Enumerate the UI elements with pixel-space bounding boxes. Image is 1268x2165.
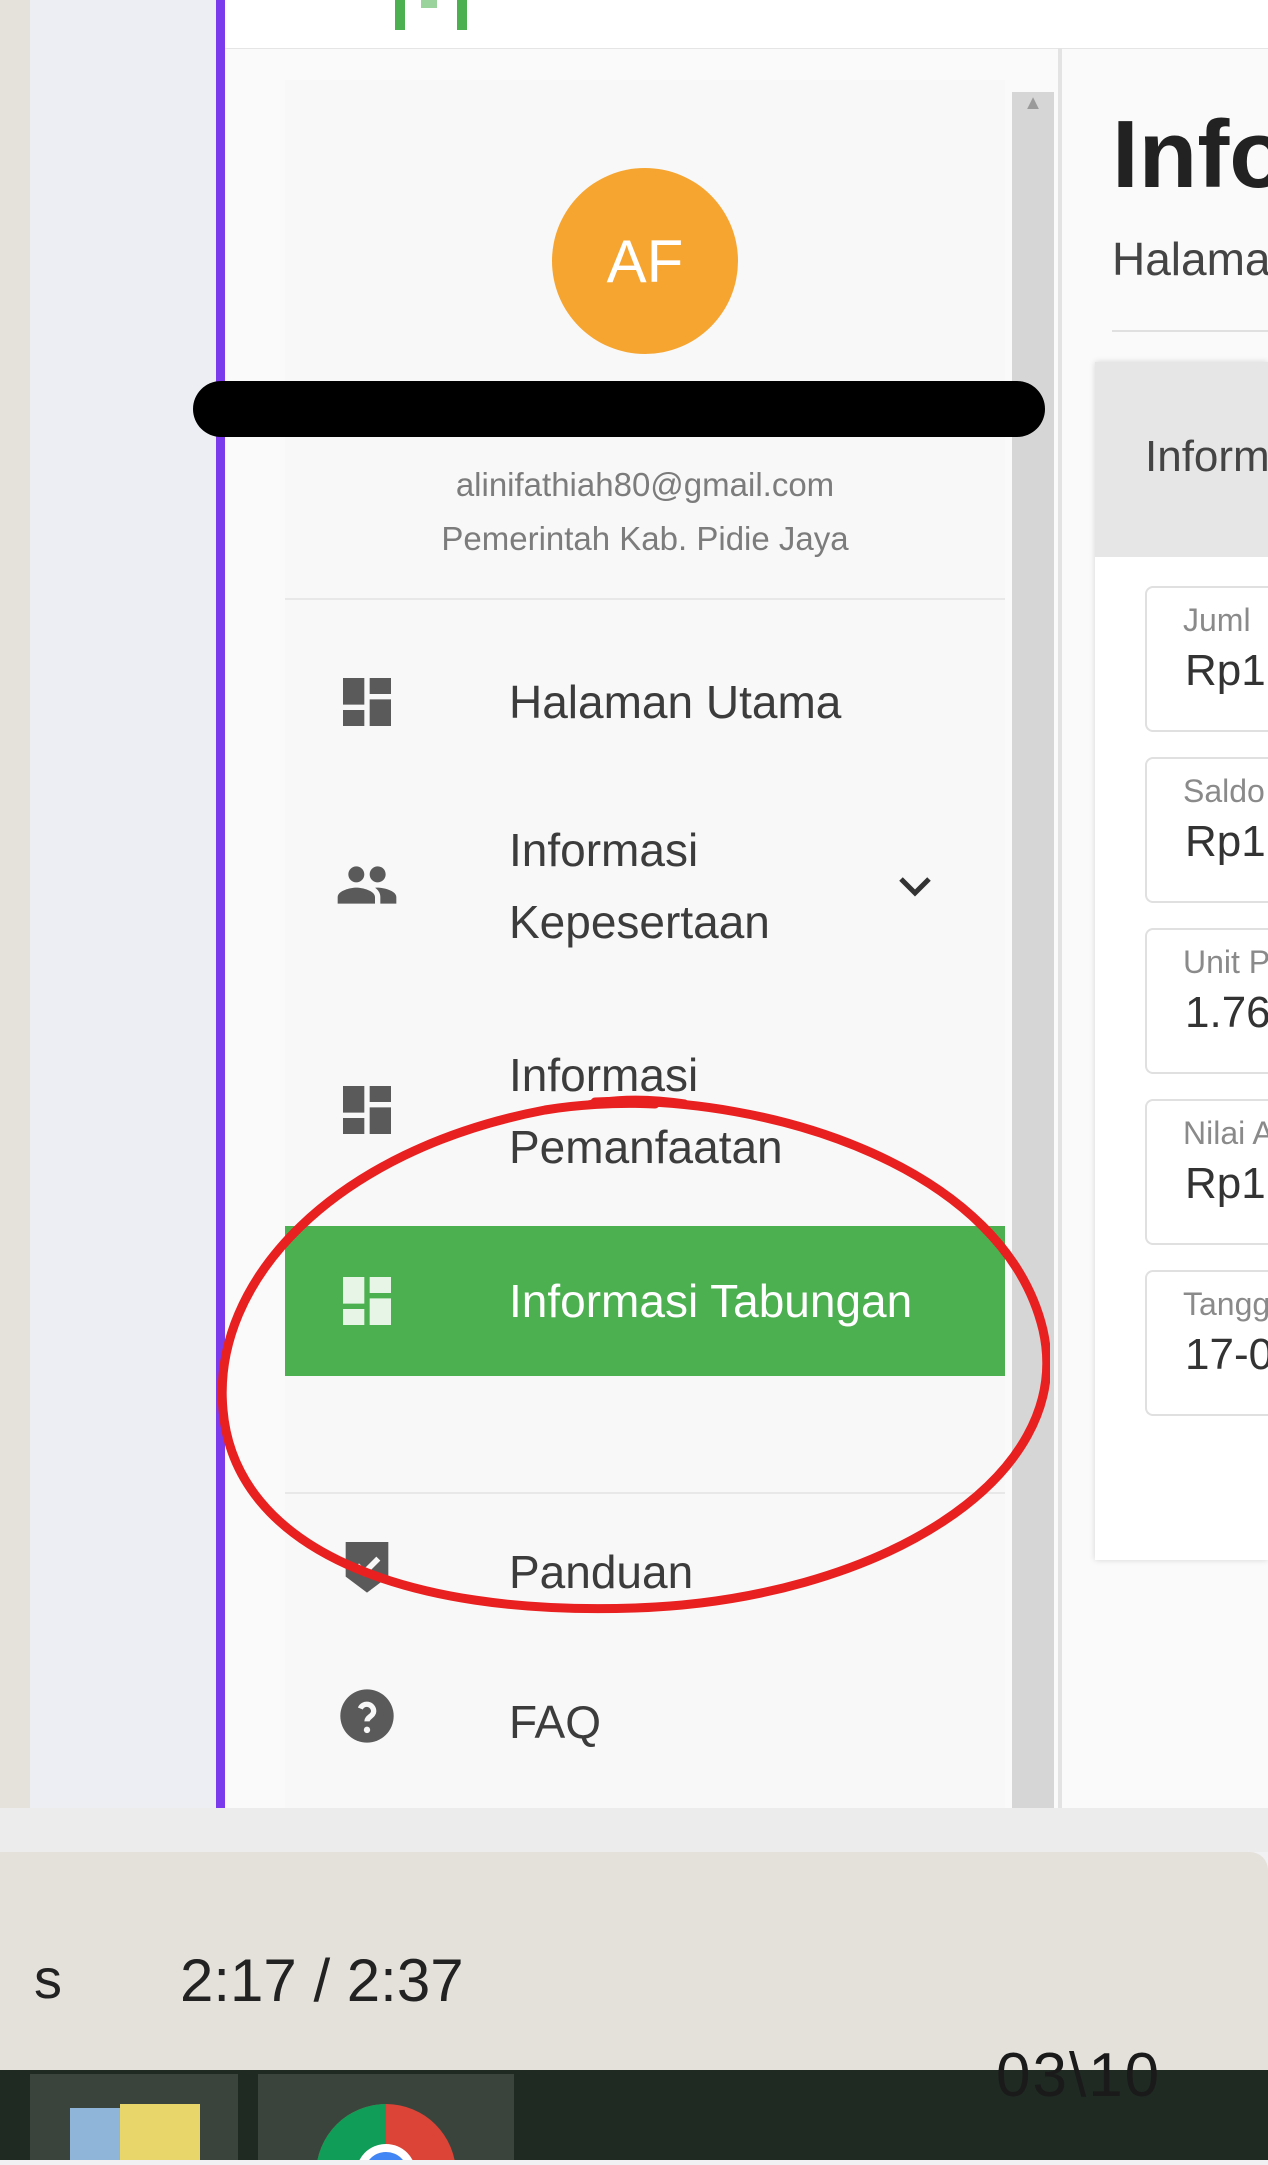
player-time: 2:17 / 2:37 — [180, 1947, 464, 2014]
annotation-circle — [217, 1095, 1050, 1614]
info-card-title: Inform — [1145, 432, 1268, 481]
background-pane — [30, 0, 220, 1808]
player-progress-area[interactable] — [0, 1808, 1268, 1852]
sidebar-item-label-line1: Informasi — [509, 824, 699, 876]
title-divider — [1112, 330, 1268, 332]
profile-divider — [285, 598, 1005, 600]
redacted-name-bar — [193, 381, 1045, 437]
sidebar-item-membership[interactable]: Informasi Kepesertaan — [285, 805, 1005, 965]
taskbar-app-folder[interactable] — [30, 2074, 238, 2160]
people-icon — [337, 866, 397, 904]
taskbar-app-chrome[interactable] — [258, 2074, 514, 2165]
field-value-amount: Nilai A Rp1. — [1145, 1099, 1268, 1245]
dashboard-icon — [343, 678, 391, 726]
scroll-up-icon[interactable]: ▲ — [1020, 93, 1046, 113]
avatar-initials: AF — [606, 227, 684, 295]
chevron-down-icon[interactable] — [895, 871, 935, 901]
user-email: alinifathiah80@gmail.com — [455, 466, 835, 503]
field-label: Unit P — [1183, 944, 1268, 980]
page-title: Info — [1112, 101, 1268, 208]
app-logo-icon — [395, 0, 467, 30]
folder-icon — [70, 2104, 200, 2160]
field-value: 1.76 — [1185, 988, 1268, 1037]
content-divider — [1058, 48, 1062, 1808]
field-value: Rp1. — [1185, 646, 1268, 695]
chrome-icon — [316, 2104, 456, 2165]
user-organization: Pemerintah Kab. Pidie Jaya — [441, 520, 849, 557]
field-label: Tangg — [1183, 1286, 1268, 1322]
field-value: Rp1. — [1185, 817, 1268, 866]
field-unit: Unit P 1.76 — [1145, 928, 1268, 1074]
field-total: Juml Rp1. — [1145, 586, 1268, 732]
field-date: Tangg 17-0 — [1145, 1270, 1268, 1416]
field-balance: Saldo Rp1. — [1145, 757, 1268, 903]
sidebar-item-home[interactable]: Halaman Utama — [285, 660, 1005, 744]
player-partial-label: s — [34, 1947, 62, 2010]
field-value: Rp1. — [1185, 1159, 1268, 1208]
field-label: Nilai A — [1183, 1115, 1268, 1151]
sidebar-item-label: Halaman Utama — [509, 676, 842, 728]
avatar: AF — [552, 168, 738, 354]
field-label: Juml — [1183, 602, 1251, 638]
field-value: 17-0 — [1185, 1330, 1268, 1379]
help-icon — [340, 1689, 394, 1743]
sidebar-item-label: FAQ — [509, 1696, 602, 1748]
sidebar-item-label-line2: Kepesertaan — [509, 896, 770, 948]
breadcrumb[interactable]: Halama — [1112, 232, 1268, 286]
sidebar-item-faq[interactable]: FAQ — [285, 1680, 1005, 1764]
top-bar — [225, 0, 1268, 49]
field-label: Saldo — [1183, 773, 1265, 809]
slide-counter: 03\10 — [996, 2041, 1162, 2110]
